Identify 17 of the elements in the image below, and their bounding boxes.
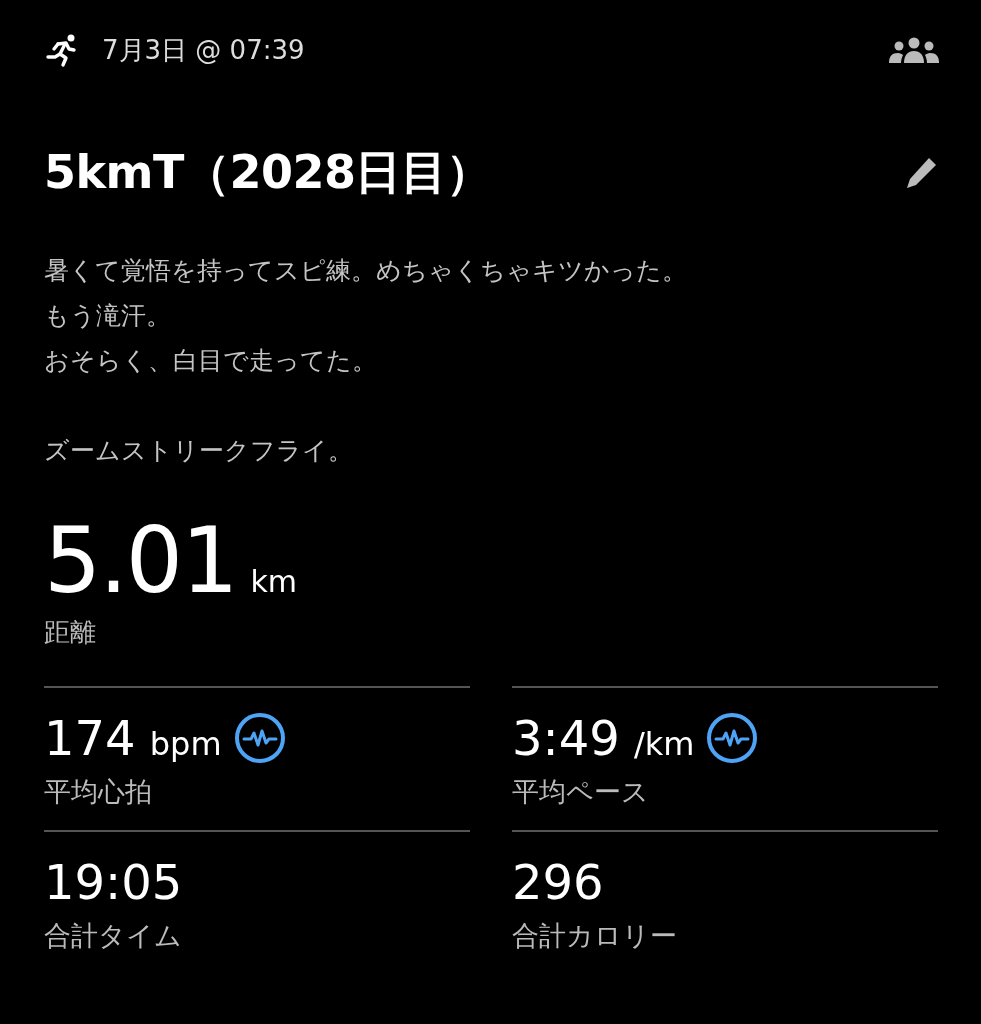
heart-rate-icon[interactable] xyxy=(233,712,286,764)
stat-label: 合計カロリー xyxy=(512,919,678,953)
stat-value: 174 bpm xyxy=(44,710,222,766)
stat-label: 平均ペース xyxy=(512,775,650,809)
stat-value: 19:05 xyxy=(44,854,183,910)
stat-label: 合計タイム xyxy=(44,919,183,953)
heart-rate-icon[interactable] xyxy=(706,712,759,764)
description-paragraph: ズームストリークフライ。 xyxy=(44,435,354,467)
stat-value: 296 xyxy=(512,854,604,910)
group-icon[interactable] xyxy=(889,37,939,63)
stat-label: 平均心拍 xyxy=(44,775,153,809)
activity-date: 7月3日 @ 07:39 xyxy=(102,33,306,67)
description-paragraph: 暑くて覚悟を持ってスピ練。めちゃくちゃキツかった。 もう滝汗。 おそらく、白目で走ってた。 xyxy=(44,255,688,377)
distance-label: 距離 xyxy=(44,616,97,649)
stat-value: 3:49 /km xyxy=(512,710,695,766)
activity-title: 5kmT（2028日目） xyxy=(44,144,493,201)
distance-value: 5.01 km xyxy=(44,511,298,611)
